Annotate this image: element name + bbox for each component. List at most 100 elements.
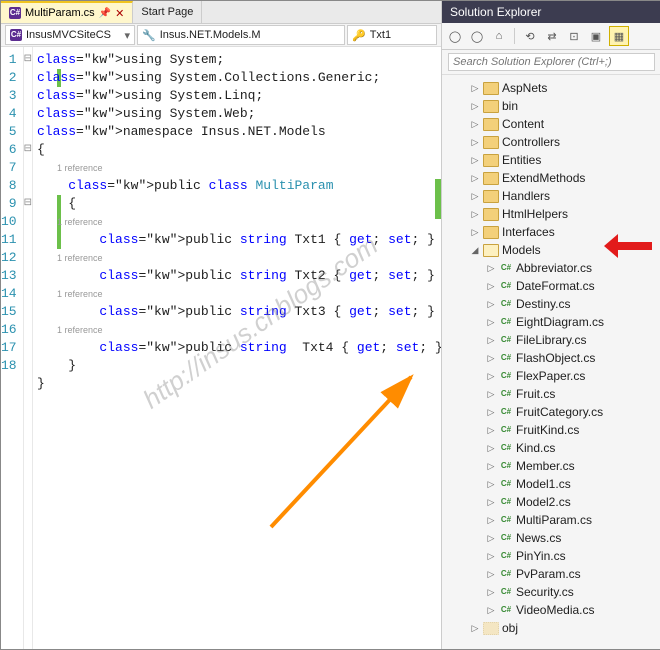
tree-folder[interactable]: ▷obj [442,619,660,637]
tree-folder[interactable]: ▷AspNets [442,79,660,97]
tree-file[interactable]: ▷ DateFormat.cs [442,277,660,295]
tree-folder[interactable]: ▷Handlers [442,187,660,205]
tree-file[interactable]: ▷Security.cs [442,583,660,601]
tree-folder[interactable]: ▷Entities [442,151,660,169]
sync-icon[interactable]: ⟲ [521,27,539,45]
expand-icon[interactable]: ▷ [470,619,480,637]
tree-folder-models[interactable]: ◢ Models [442,241,660,259]
fold-gutter[interactable]: ⊟⊟⊟ [24,47,33,649]
tree-file[interactable]: ▷Abbreviator.cs [442,259,660,277]
expand-icon[interactable]: ▷ [486,493,496,511]
nav-bar: InsusMVCSiteCS ▾ 🔧 Insus.NET.Models.M 🔑 … [1,24,441,47]
tree-file[interactable]: ▷Fruit.cs [442,385,660,403]
expand-icon[interactable]: ▷ [486,439,496,457]
expand-icon[interactable]: ▷ [486,295,496,313]
expand-icon[interactable]: ▷ [486,421,496,439]
tree-file[interactable]: ▷Kind.cs [442,439,660,457]
tree-folder[interactable]: ▷HtmlHelpers [442,205,660,223]
back-icon[interactable]: ◯ [446,27,464,45]
expand-icon[interactable]: ▷ [470,151,480,169]
csharp-file-icon [499,549,513,563]
expand-icon[interactable]: ▷ [470,97,480,115]
csharp-file-icon [499,351,513,365]
expand-icon[interactable]: ▷ [486,313,496,331]
expand-icon[interactable]: ▷ [486,385,496,403]
tree-file[interactable]: ▷FlexPaper.cs [442,367,660,385]
pin-icon[interactable]: 📌 [99,8,111,19]
expand-icon[interactable]: ▷ [470,133,480,151]
tab-multiparam[interactable]: MultiParam.cs 📌 ✕ [1,1,133,23]
tree-file[interactable]: ▷EightDiagram.cs [442,313,660,331]
expand-icon[interactable]: ▷ [470,205,480,223]
expand-icon[interactable]: ▷ [486,349,496,367]
file-label: FruitKind.cs [516,421,579,439]
expand-icon[interactable]: ▷ [486,547,496,565]
properties-icon[interactable]: ▦ [609,26,629,46]
file-label: FruitCategory.cs [516,403,603,421]
tree-file[interactable]: ▷ PvParam.cs [442,565,660,583]
tab-start-page[interactable]: Start Page [133,1,202,23]
tree-file[interactable]: ▷VideoMedia.cs [442,601,660,619]
csharp-file-icon [499,441,513,455]
expand-icon[interactable]: ▷ [470,223,480,241]
member-combo[interactable]: 🔑 Txt1 [347,25,437,45]
tree-file[interactable]: ▷Member.cs [442,457,660,475]
tree-file[interactable]: ▷Destiny.cs [442,295,660,313]
expand-icon[interactable]: ▷ [486,277,496,295]
code-editor[interactable]: 123456789101112131415161718 ⊟⊟⊟ class="k… [1,47,441,649]
tree-file[interactable]: ▷ FlashObject.cs [442,349,660,367]
folder-icon [483,82,499,95]
tree-file[interactable]: ▷MultiParam.cs [442,511,660,529]
collapse-icon[interactable]: ◢ [470,241,480,259]
tree-file[interactable]: ▷ FruitCategory.cs [442,403,660,421]
tree-folder[interactable]: ▷ bin [442,97,660,115]
refresh-icon[interactable]: ⇄ [543,27,561,45]
file-label: DateFormat.cs [516,277,595,295]
expand-icon[interactable]: ▷ [470,187,480,205]
tree-folder[interactable]: ▷Interfaces [442,223,660,241]
project-combo[interactable]: InsusMVCSiteCS ▾ [5,25,135,45]
expand-icon[interactable]: ▷ [486,475,496,493]
expand-icon[interactable]: ▷ [486,331,496,349]
expand-icon[interactable]: ▷ [486,511,496,529]
forward-icon[interactable]: ◯ [468,27,486,45]
collapse-icon[interactable]: ⊡ [565,27,583,45]
expand-icon[interactable]: ▷ [486,457,496,475]
folder-label: Models [502,241,541,259]
folder-icon [483,172,499,185]
namespace-combo[interactable]: 🔧 Insus.NET.Models.M [137,25,345,45]
tree-file[interactable]: ▷Model1.cs [442,475,660,493]
expand-icon[interactable]: ▷ [470,79,480,97]
tree-folder[interactable]: ▷Content [442,115,660,133]
tree-file[interactable]: ▷News.cs [442,529,660,547]
expand-icon[interactable]: ▷ [470,169,480,187]
show-all-icon[interactable]: ▣ [587,27,605,45]
tree-file[interactable]: ▷PinYin.cs [442,547,660,565]
close-icon[interactable]: ✕ [115,7,124,20]
solution-tree[interactable]: ▷AspNets▷bin▷Content▷Controllers▷Entitie… [442,75,660,649]
tree-file[interactable]: ▷ FileLibrary.cs [442,331,660,349]
expand-icon[interactable]: ▷ [470,115,480,133]
expand-icon[interactable]: ▷ [486,403,496,421]
expand-icon[interactable]: ▷ [486,259,496,277]
tree-file[interactable]: ▷ FruitKind.cs [442,421,660,439]
member-name: Txt1 [370,29,391,41]
file-label: FileLibrary.cs [516,331,586,349]
expand-icon[interactable]: ▷ [486,565,496,583]
code-area[interactable]: class="kw">using System;class="kw">using… [33,47,441,649]
home-icon[interactable]: ⌂ [490,27,508,45]
file-label: Model2.cs [516,493,571,511]
folder-label: Controllers [502,133,560,151]
tree-folder[interactable]: ▷ExtendMethods [442,169,660,187]
file-label: FlashObject.cs [516,349,595,367]
expand-icon[interactable]: ▷ [486,367,496,385]
expand-icon[interactable]: ▷ [486,601,496,619]
expand-icon[interactable]: ▷ [486,583,496,601]
folder-label: bin [502,97,518,115]
tree-folder[interactable]: ▷ Controllers [442,133,660,151]
tree-file[interactable]: ▷ Model2.cs [442,493,660,511]
file-label: PvParam.cs [516,565,581,583]
namespace-name: Insus.NET.Models.M [160,29,261,41]
search-input[interactable] [448,53,655,71]
expand-icon[interactable]: ▷ [486,529,496,547]
